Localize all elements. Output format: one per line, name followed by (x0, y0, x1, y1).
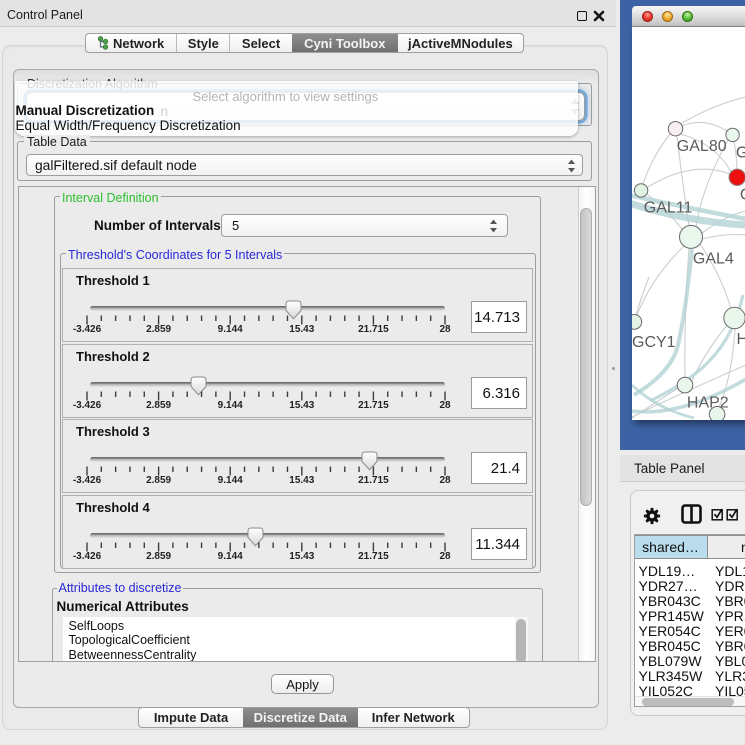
svg-text:C: C (739, 186, 745, 203)
svg-text:GCY1: GCY1 (632, 334, 676, 351)
svg-text:GAL11: GAL11 (643, 200, 692, 217)
svg-text:GAL4: GAL4 (692, 251, 733, 268)
svg-text:GAL80: GAL80 (676, 138, 726, 155)
svg-text:H: H (736, 331, 745, 348)
svg-text:GA: GA (735, 145, 745, 162)
svg-text:HAP2: HAP2 (686, 395, 728, 412)
